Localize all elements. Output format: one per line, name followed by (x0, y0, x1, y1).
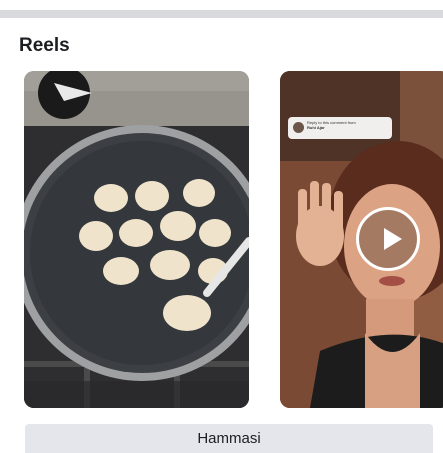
reel-caption: Reply to this comment from Ruhi Ajar (288, 117, 392, 139)
section-title: Reels (19, 35, 70, 56)
reel-card-2[interactable]: Reply to this comment from Ruhi Ajar (280, 71, 443, 408)
caption-avatar (293, 122, 304, 133)
top-divider (0, 10, 443, 18)
reel-thumbnail-pancakes (24, 71, 249, 408)
reel-card-1[interactable] (24, 71, 249, 408)
see-all-button[interactable]: Hammasi (25, 424, 433, 453)
play-icon[interactable] (356, 207, 420, 271)
caption-name: Ruhi Ajar (307, 125, 325, 130)
